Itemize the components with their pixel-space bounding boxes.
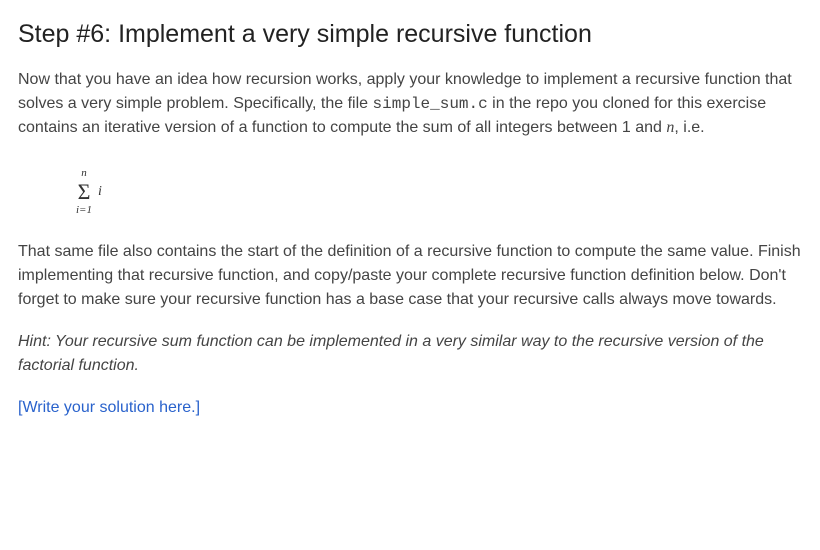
hint-paragraph: Hint: Your recursive sum function can be… bbox=[18, 330, 802, 378]
sum-body: i bbox=[98, 181, 102, 202]
instruction-paragraph: That same file also contains the start o… bbox=[18, 240, 802, 312]
intro-paragraph: Now that you have an idea how recursion … bbox=[18, 68, 802, 140]
sum-lower-bound: i=1 bbox=[76, 205, 92, 216]
solution-placeholder[interactable]: [Write your solution here.] bbox=[18, 396, 802, 420]
filename-code: simple_sum.c bbox=[373, 95, 488, 113]
step-heading: Step #6: Implement a very simple recursi… bbox=[18, 16, 802, 54]
sigma-symbol: Σ bbox=[78, 181, 91, 203]
intro-text-3: , i.e. bbox=[674, 119, 704, 136]
sigma-stack: n Σ i=1 bbox=[76, 168, 92, 216]
sum-upper-bound: n bbox=[81, 168, 87, 179]
summation-formula: n Σ i=1 i bbox=[76, 158, 802, 216]
